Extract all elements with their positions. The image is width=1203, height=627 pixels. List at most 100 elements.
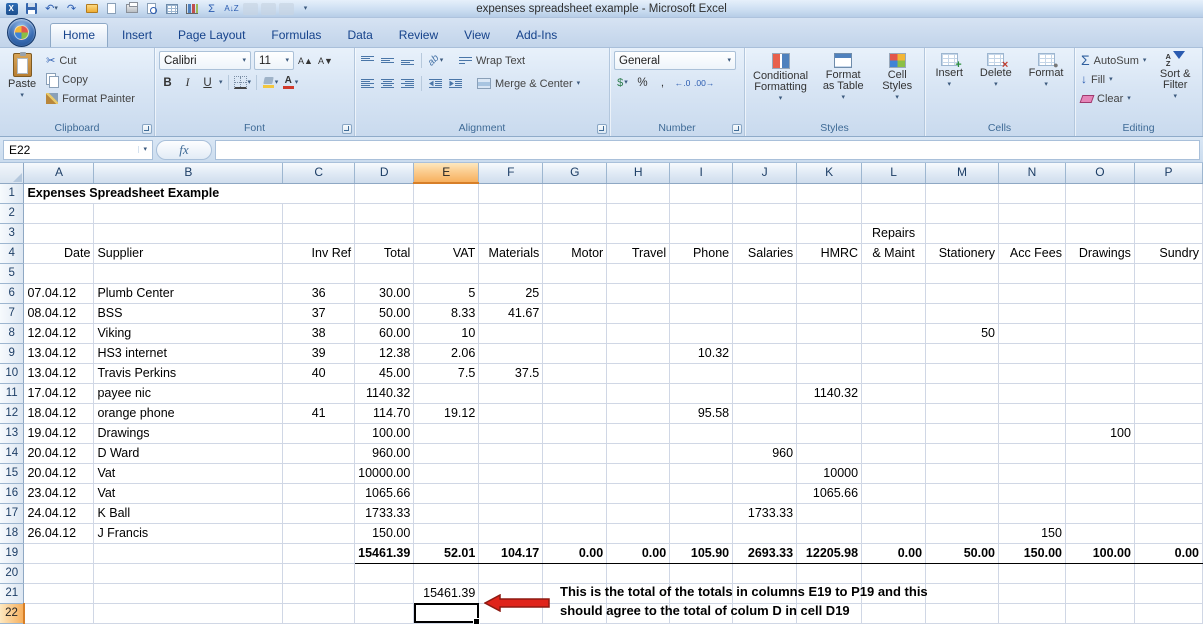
number-dialog-launcher[interactable] <box>732 124 742 134</box>
cell-O9[interactable] <box>1065 343 1135 364</box>
cell-D8[interactable]: 60.00 <box>354 323 415 344</box>
cell-N1[interactable] <box>998 183 1066 204</box>
cell-A10[interactable]: 13.04.12 <box>23 363 95 384</box>
font-size-combo[interactable]: 11 ▾ <box>254 51 294 70</box>
cell-O10[interactable] <box>1065 363 1135 384</box>
insert-chart-button[interactable] <box>183 1 200 16</box>
cell-L1[interactable] <box>861 183 927 204</box>
wrap-text-button[interactable]: Wrap Text <box>457 51 527 70</box>
cell-L4[interactable]: & Maint <box>861 243 927 264</box>
cell-P7[interactable] <box>1134 303 1203 324</box>
cell-C13[interactable] <box>282 423 356 444</box>
cell-J20[interactable] <box>732 563 798 584</box>
row-header-3[interactable]: 3 <box>0 223 25 244</box>
office-button[interactable] <box>7 18 36 47</box>
cell-M9[interactable] <box>925 343 999 364</box>
number-format-combo[interactable]: General ▾ <box>614 51 736 70</box>
cell-N7[interactable] <box>998 303 1066 324</box>
column-header-C[interactable]: C <box>282 163 356 184</box>
cell-N21[interactable] <box>998 583 1066 604</box>
cell-H1[interactable] <box>606 183 671 204</box>
borders-button[interactable]: ▾ <box>233 74 251 91</box>
cell-H10[interactable] <box>606 363 671 384</box>
cell-P9[interactable] <box>1134 343 1203 364</box>
cell-N8[interactable] <box>998 323 1066 344</box>
cell-L2[interactable] <box>861 203 927 224</box>
cell-I5[interactable] <box>669 263 734 284</box>
align-right-button[interactable] <box>399 75 416 92</box>
cell-O2[interactable] <box>1065 203 1135 224</box>
cell-K19[interactable]: 12205.98 <box>796 542 863 564</box>
cell-D4[interactable]: Total <box>354 243 415 264</box>
cell-O19[interactable]: 100.00 <box>1065 542 1135 564</box>
row-header-1[interactable]: 1 <box>0 183 25 204</box>
cell-H16[interactable] <box>606 483 671 504</box>
cell-P12[interactable] <box>1134 403 1203 424</box>
cell-F16[interactable] <box>478 483 544 504</box>
cell-B22[interactable] <box>93 603 284 624</box>
cell-I18[interactable] <box>669 523 734 544</box>
cell-H11[interactable] <box>606 383 671 404</box>
cell-C17[interactable] <box>282 503 356 524</box>
cell-N17[interactable] <box>998 503 1066 524</box>
cell-O13[interactable]: 100 <box>1065 423 1135 444</box>
font-family-combo[interactable]: Calibri ▾ <box>159 51 251 70</box>
cell-F20[interactable] <box>478 563 544 584</box>
cell-K14[interactable] <box>796 443 863 464</box>
cell-G8[interactable] <box>542 323 608 344</box>
cell-E14[interactable] <box>413 443 480 464</box>
cell-I11[interactable] <box>669 383 734 404</box>
cell-F19[interactable]: 104.17 <box>478 542 544 564</box>
cell-C5[interactable] <box>282 263 356 284</box>
row-header-17[interactable]: 17 <box>0 503 25 524</box>
cell-L18[interactable] <box>861 523 927 544</box>
cell-F1[interactable] <box>478 183 544 204</box>
cell-J14[interactable]: 960 <box>732 443 798 464</box>
cell-H4[interactable]: Travel <box>606 243 671 264</box>
cell-A16[interactable]: 23.04.12 <box>23 483 95 504</box>
cell-N19[interactable]: 150.00 <box>998 542 1066 564</box>
cell-N6[interactable] <box>998 283 1066 304</box>
cell-L20[interactable] <box>861 563 927 584</box>
cell-K17[interactable] <box>796 503 863 524</box>
cell-C4[interactable]: Inv Ref <box>282 243 356 264</box>
cell-M22[interactable] <box>925 603 999 624</box>
cell-E21[interactable]: 15461.39 <box>413 583 480 604</box>
cell-A22[interactable] <box>23 603 95 624</box>
cell-D1[interactable] <box>354 183 415 204</box>
row-header-20[interactable]: 20 <box>0 563 25 584</box>
cell-C15[interactable] <box>282 463 356 484</box>
cell-E16[interactable] <box>413 483 480 504</box>
column-header-L[interactable]: L <box>861 163 927 184</box>
align-center-button[interactable] <box>379 75 396 92</box>
cell-G17[interactable] <box>542 503 608 524</box>
row-header-18[interactable]: 18 <box>0 523 25 544</box>
column-header-G[interactable]: G <box>542 163 608 184</box>
cell-L14[interactable] <box>861 443 927 464</box>
cell-F14[interactable] <box>478 443 544 464</box>
row-header-19[interactable]: 19 <box>0 543 25 564</box>
cell-B8[interactable]: Viking <box>93 323 284 344</box>
cell-I10[interactable] <box>669 363 734 384</box>
cell-N16[interactable] <box>998 483 1066 504</box>
cell-H13[interactable] <box>606 423 671 444</box>
cell-I17[interactable] <box>669 503 734 524</box>
cell-L7[interactable] <box>861 303 927 324</box>
cell-B3[interactable] <box>93 223 284 244</box>
cell-O22[interactable] <box>1065 603 1135 624</box>
cell-B2[interactable] <box>93 203 284 224</box>
comma-style-button[interactable]: , <box>654 74 671 91</box>
fill-button[interactable]: ↓ Fill ▾ <box>1079 70 1148 89</box>
decrease-indent-button[interactable] <box>427 75 444 92</box>
cell-N10[interactable] <box>998 363 1066 384</box>
cell-F8[interactable] <box>478 323 544 344</box>
align-left-button[interactable] <box>359 75 376 92</box>
cell-J11[interactable] <box>732 383 798 404</box>
cell-M17[interactable] <box>925 503 999 524</box>
cell-J15[interactable] <box>732 463 798 484</box>
cell-G4[interactable]: Motor <box>542 243 608 264</box>
font-dialog-launcher[interactable] <box>342 124 352 134</box>
cell-N12[interactable] <box>998 403 1066 424</box>
cell-F18[interactable] <box>478 523 544 544</box>
row-header-14[interactable]: 14 <box>0 443 25 464</box>
